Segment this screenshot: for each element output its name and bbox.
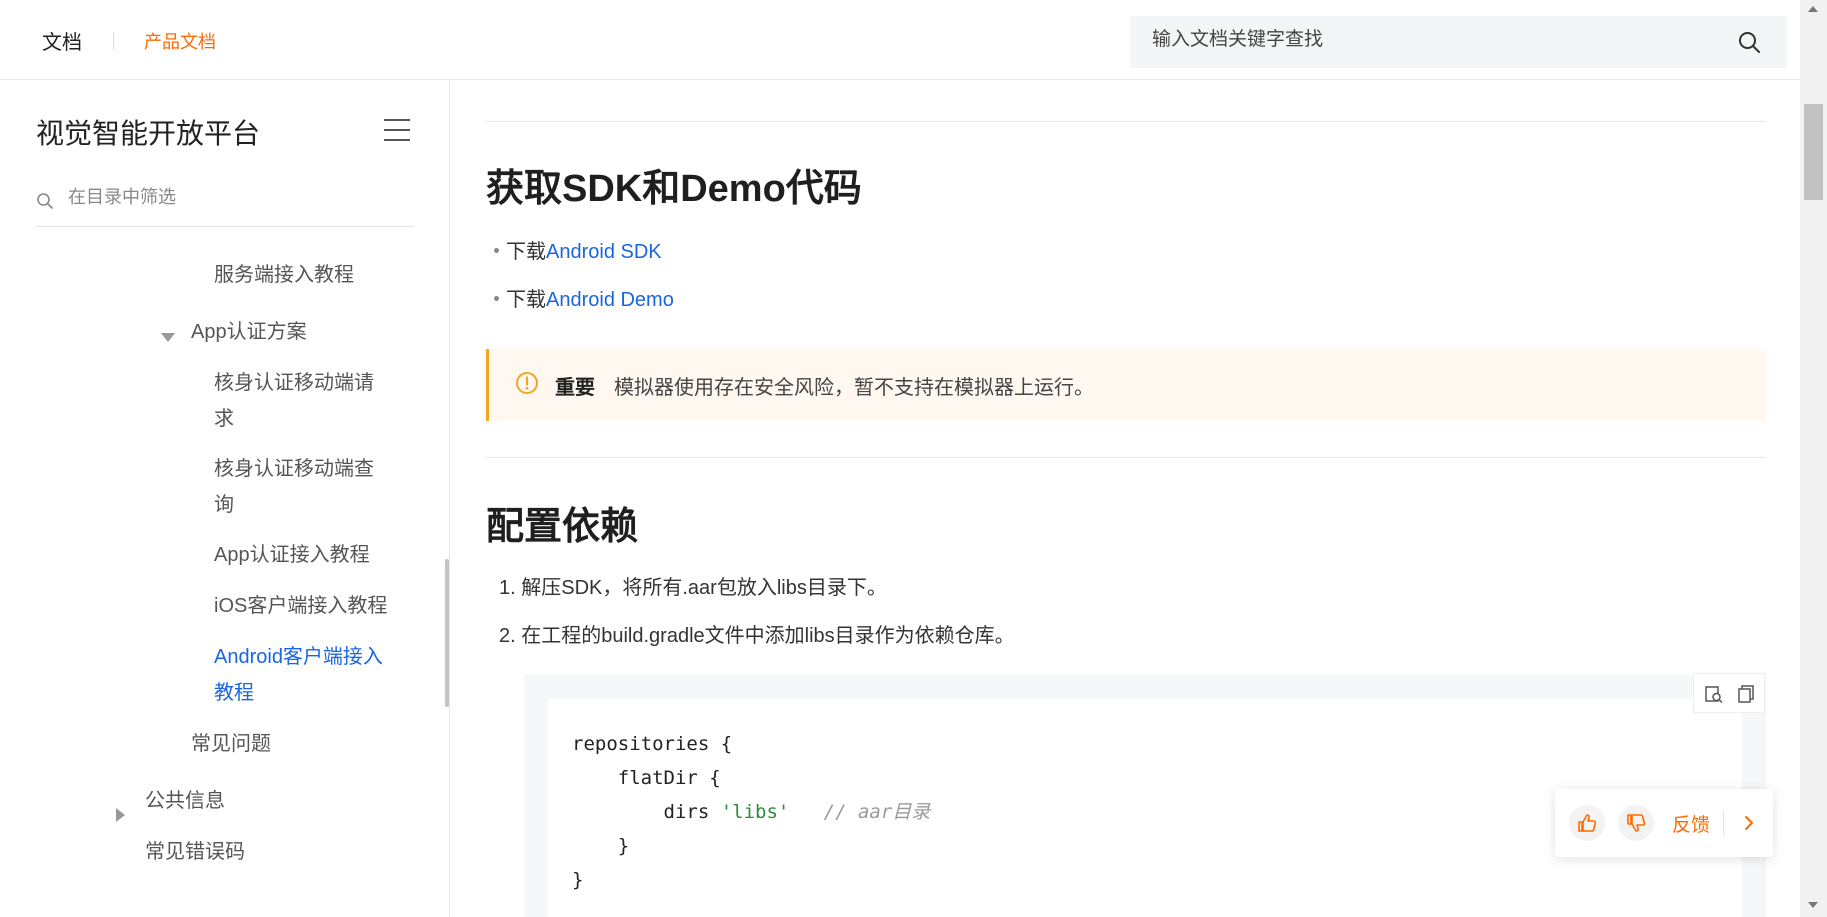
code-content[interactable]: repositories { flatDir { dirs 'libs' // … <box>572 727 930 897</box>
android-demo-link[interactable]: Android Demo <box>546 289 674 311</box>
catalog-filter-input[interactable] <box>68 187 398 208</box>
thumbs-down-button[interactable] <box>1618 805 1654 841</box>
sidebar-scrollbar[interactable] <box>445 559 449 707</box>
sidebar-item-common-info[interactable]: 公共信息 <box>145 783 225 819</box>
list-item-prefix: 下载 <box>506 289 546 311</box>
copy-icon[interactable] <box>1736 684 1756 704</box>
android-sdk-link[interactable]: Android SDK <box>546 241 662 263</box>
search-box <box>1130 16 1787 68</box>
sidebar-item-server-tutorial[interactable]: 服务端接入教程 <box>214 257 354 293</box>
sidebar-item-faq[interactable]: 常见问题 <box>191 726 271 762</box>
collapse-caret-icon[interactable] <box>161 333 175 342</box>
section-title-config-deps: 配置依赖 <box>486 506 639 548</box>
menu-icon[interactable] <box>384 119 410 141</box>
scroll-down-arrow-icon[interactable] <box>1808 902 1818 908</box>
scroll-up-arrow-icon[interactable] <box>1808 6 1818 12</box>
nav-product-docs-link[interactable]: 产品文档 <box>144 28 216 54</box>
thumbs-down-icon <box>1627 814 1646 832</box>
list-item-download-demo: 下载Android Demo <box>494 283 674 312</box>
sidebar-title: 视觉智能开放平台 <box>36 118 261 149</box>
notice-title: 重要 <box>555 377 595 399</box>
divider <box>486 457 1766 458</box>
search-input[interactable] <box>1152 29 1712 51</box>
page-scrollbar[interactable] <box>1800 0 1827 917</box>
sidebar-item-mobile-query[interactable]: 核身认证移动端查询 <box>214 451 389 523</box>
code-toolbar <box>1693 673 1765 713</box>
divider <box>486 121 1766 122</box>
chevron-right-icon[interactable] <box>1740 813 1758 833</box>
search-icon[interactable] <box>1737 30 1761 54</box>
list-item-prefix: 下载 <box>506 241 546 263</box>
thumbs-up-button[interactable] <box>1569 805 1605 841</box>
important-notice: 重要 模拟器使用存在安全风险，暂不支持在模拟器上运行。 <box>486 349 1766 421</box>
search-icon <box>37 193 53 209</box>
warning-icon <box>516 372 538 394</box>
sidebar: 视觉智能开放平台 服务端接入教程 App认证方案 核身认证移动端请求 核身认证移… <box>0 81 450 917</box>
preview-icon[interactable] <box>1704 684 1724 704</box>
thumbs-up-icon <box>1578 814 1597 832</box>
expand-caret-icon[interactable] <box>116 808 125 822</box>
step-item-2: 2. 在工程的build.gradle文件中添加libs目录作为依赖仓库。 <box>499 625 1015 647</box>
catalog-filter <box>36 183 414 227</box>
list-item-download-sdk: 下载Android SDK <box>494 235 662 264</box>
scrollbar-thumb[interactable] <box>1804 104 1823 200</box>
nav-divider <box>113 32 114 50</box>
sidebar-item-app-auth-tutorial[interactable]: App认证接入教程 <box>214 537 370 573</box>
sidebar-item-android-tutorial[interactable]: Android客户端接入教程 <box>214 639 394 711</box>
top-bar: 文档 产品文档 <box>0 0 1800 80</box>
sidebar-item-ios-tutorial[interactable]: iOS客户端接入教程 <box>214 588 387 624</box>
sidebar-item-app-auth[interactable]: App认证方案 <box>191 314 307 350</box>
notice-text: 模拟器使用存在安全风险，暂不支持在模拟器上运行。 <box>614 377 1094 399</box>
sidebar-item-error-codes[interactable]: 常见错误码 <box>145 834 245 870</box>
nav-doc-link[interactable]: 文档 <box>42 26 82 55</box>
divider <box>1723 811 1724 835</box>
sidebar-item-mobile-request[interactable]: 核身认证移动端请求 <box>214 365 389 437</box>
step-item-1: 1. 解压SDK，将所有.aar包放入libs目录下。 <box>499 577 887 599</box>
feedback-widget: 反馈 <box>1555 789 1773 857</box>
section-title-get-sdk: 获取SDK和Demo代码 <box>486 168 862 210</box>
feedback-button[interactable]: 反馈 <box>1672 810 1710 837</box>
